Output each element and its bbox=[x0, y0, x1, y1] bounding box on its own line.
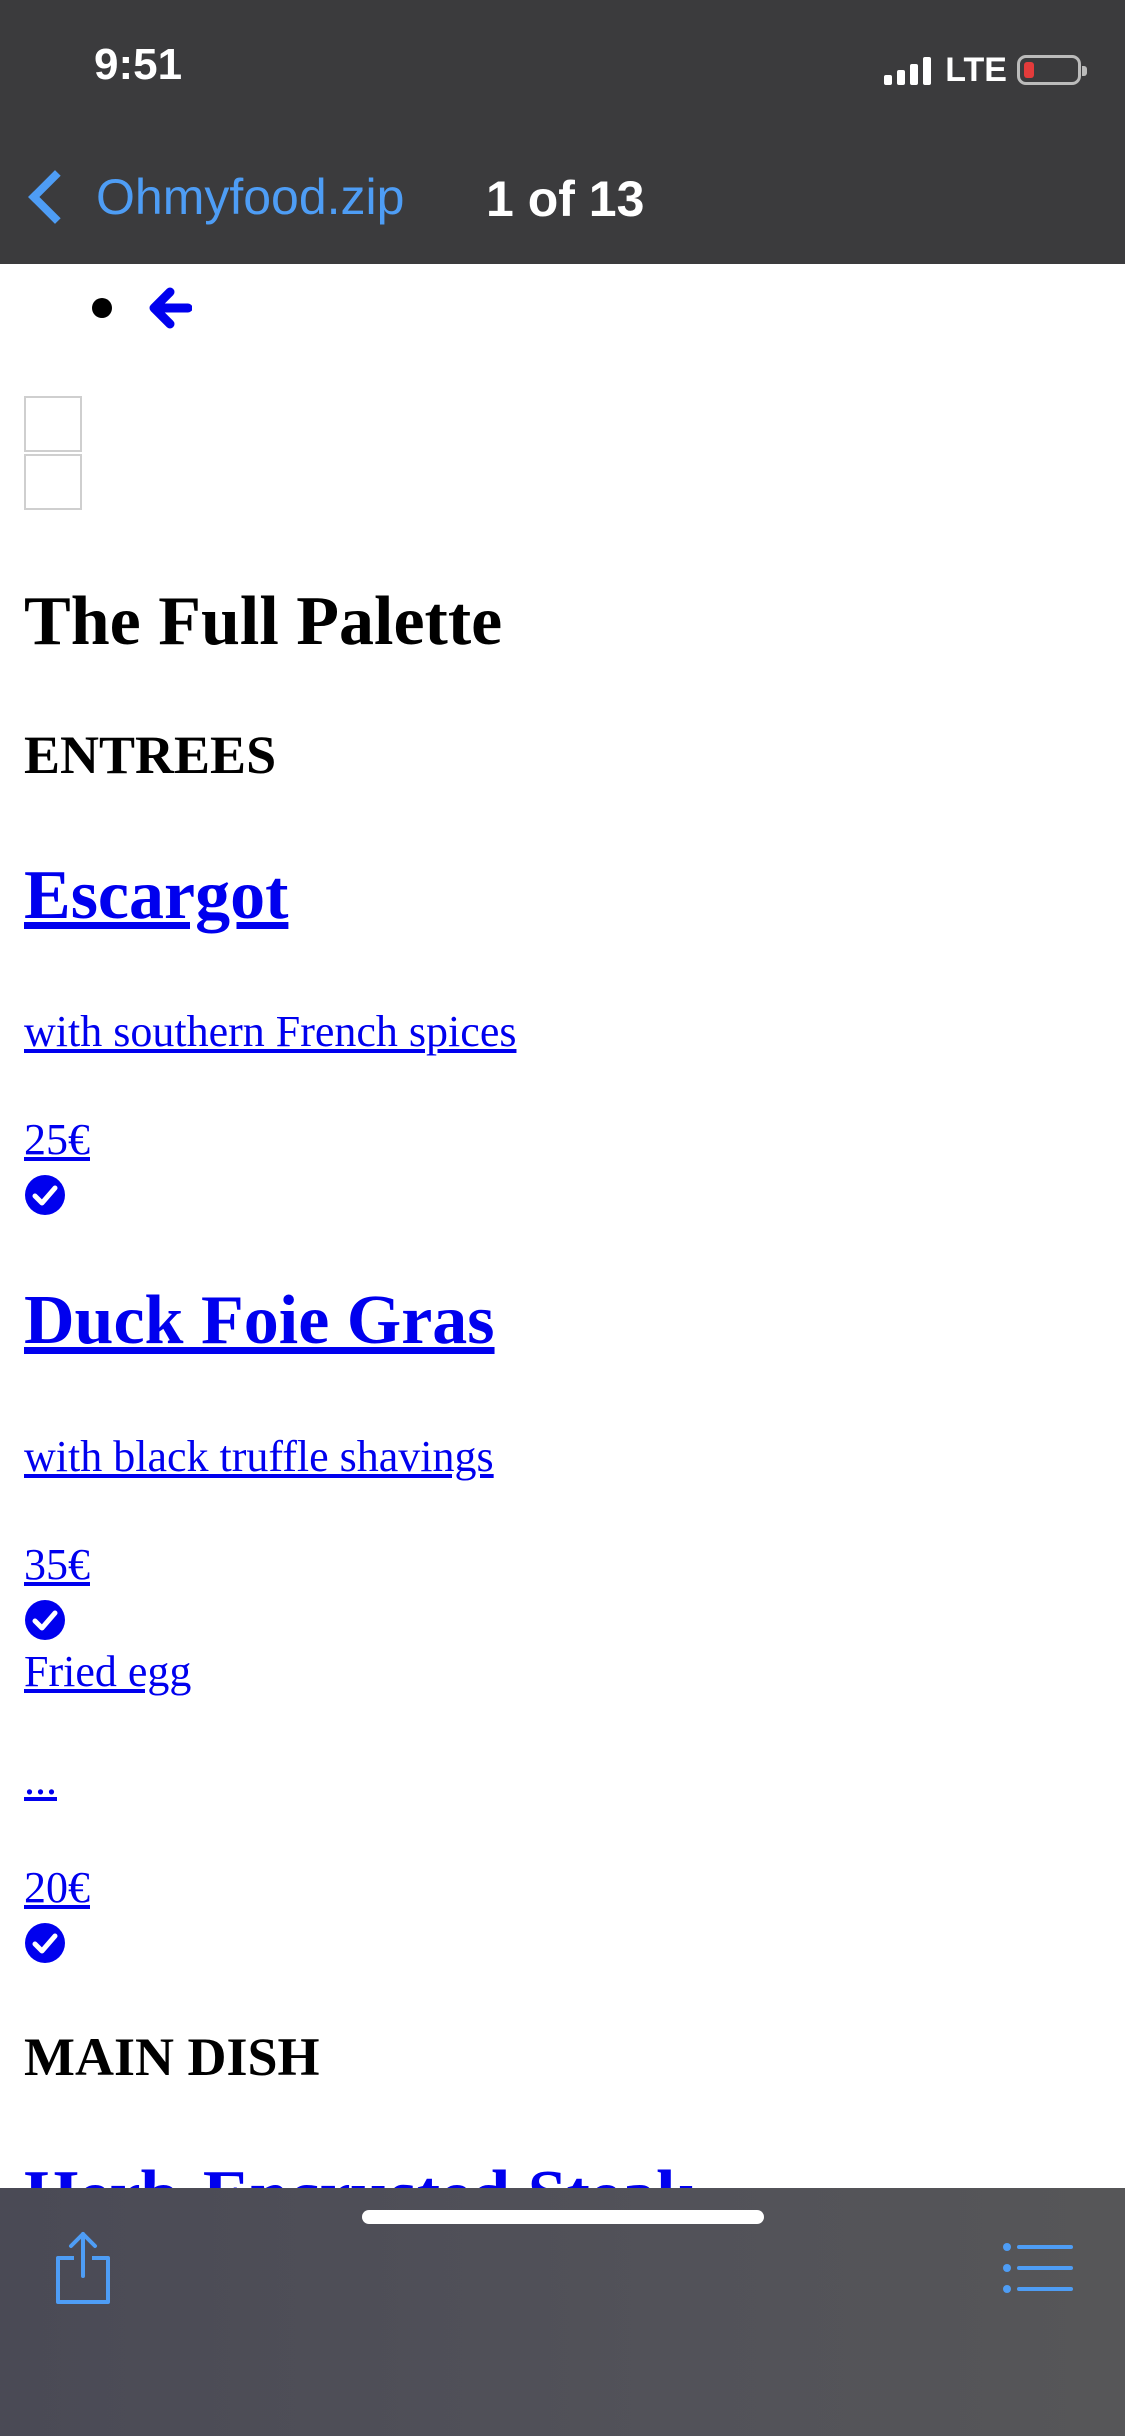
dish-description-link[interactable]: with black truffle shavings bbox=[24, 1431, 494, 1482]
bullet bbox=[92, 298, 112, 318]
list-icon[interactable] bbox=[1003, 2242, 1073, 2294]
network-label: LTE bbox=[945, 50, 1007, 89]
battery-icon bbox=[1017, 55, 1087, 85]
arrow-left-icon[interactable] bbox=[148, 286, 192, 330]
dish-description-link[interactable]: with southern French spices bbox=[24, 1006, 516, 1057]
status-indicators: LTE bbox=[884, 50, 1087, 90]
page-title: The Full Palette bbox=[24, 583, 503, 660]
list-item bbox=[92, 286, 192, 330]
page-counter: 1 of 13 bbox=[486, 171, 645, 227]
dish-price-link[interactable]: 20€ bbox=[24, 1862, 90, 1913]
chevron-left-icon bbox=[28, 170, 82, 224]
check-circle-icon[interactable] bbox=[24, 1599, 66, 1641]
dish-price-link[interactable]: 35€ bbox=[24, 1539, 90, 1590]
back-button[interactable]: Ohmyfood.zip bbox=[24, 168, 404, 226]
empty-image-placeholder bbox=[24, 396, 82, 452]
dish-name-link[interactable]: Fried egg bbox=[24, 1646, 191, 1697]
check-circle-icon[interactable] bbox=[24, 1174, 66, 1216]
back-label: Ohmyfood.zip bbox=[96, 169, 405, 225]
section-heading-entrees: ENTREES bbox=[24, 725, 277, 785]
dish-name-link-cutoff[interactable]: Herb-Encrusted Steak bbox=[24, 2156, 695, 2188]
share-icon[interactable] bbox=[52, 2230, 114, 2306]
section-heading-main-dish: MAIN DISH bbox=[24, 2027, 320, 2087]
dish-description-link[interactable]: ... bbox=[24, 1754, 57, 1805]
empty-image-placeholder bbox=[24, 454, 82, 510]
home-indicator[interactable] bbox=[362, 2210, 764, 2224]
status-bar: 9:51 LTE bbox=[0, 0, 1125, 130]
status-time: 9:51 bbox=[94, 40, 183, 89]
nav-bar: Ohmyfood.zip 1 of 13 bbox=[0, 130, 1125, 264]
dish-price-link[interactable]: 25€ bbox=[24, 1114, 90, 1165]
dish-name-link[interactable]: Duck Foie Gras bbox=[24, 1281, 495, 1361]
signal-icon bbox=[884, 55, 932, 85]
bottom-toolbar bbox=[0, 2188, 1125, 2436]
document-content[interactable]: The Full Palette ENTREES Escargot with s… bbox=[24, 264, 1104, 2188]
battery-level bbox=[1024, 62, 1034, 78]
check-circle-icon[interactable] bbox=[24, 1922, 66, 1964]
dish-name-link[interactable]: Escargot bbox=[24, 856, 288, 936]
